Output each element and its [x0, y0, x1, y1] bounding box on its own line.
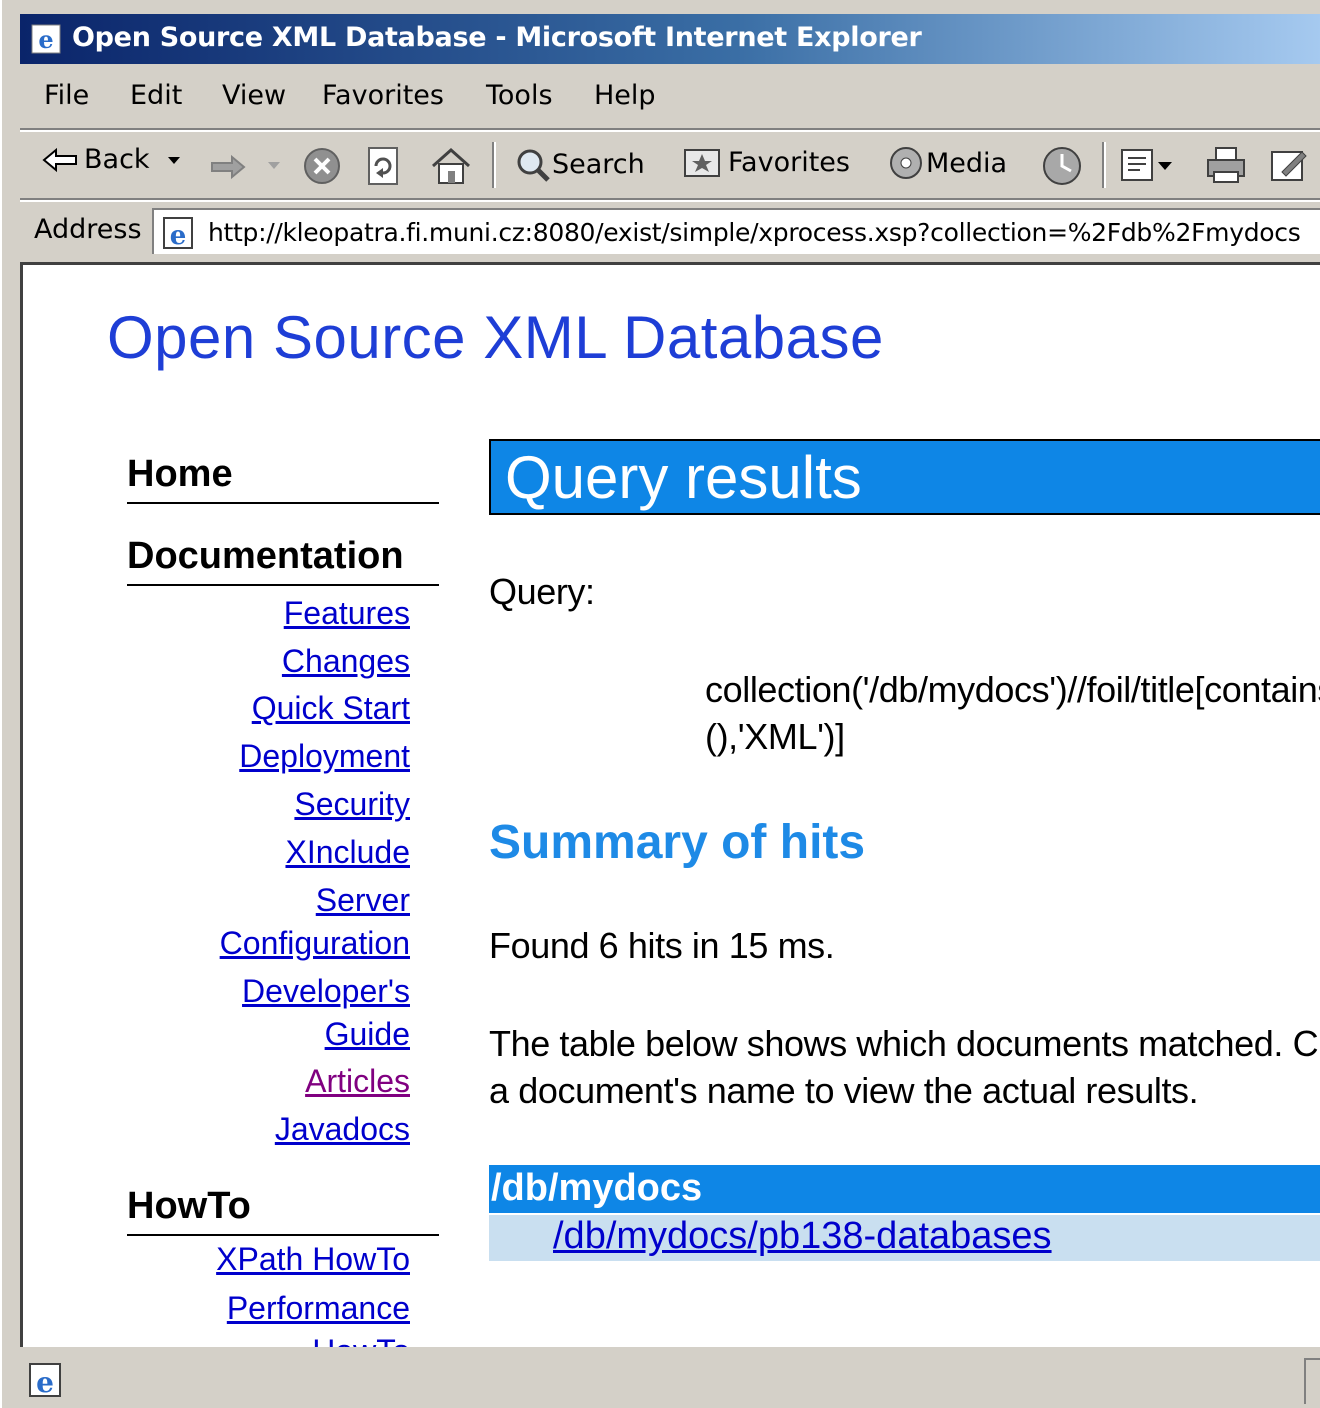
query-text-line1: collection('/db/mydocs')//foil/title[con…: [705, 669, 1320, 710]
nav-link-articles[interactable]: Articles: [305, 1063, 410, 1100]
status-pane: [1304, 1358, 1320, 1404]
query-results-title: Query results: [505, 444, 862, 511]
nav-link-howto[interactable]: HowTo: [312, 1333, 410, 1347]
search-label: Search: [552, 148, 645, 180]
nav-link-features[interactable]: Features: [284, 595, 410, 632]
home-icon[interactable]: [430, 146, 472, 186]
query-label: Query:: [489, 571, 595, 612]
nav-home[interactable]: Home: [127, 453, 439, 504]
menu-file[interactable]: File: [44, 80, 89, 111]
window-title: Open Source XML Database - Microsoft Int…: [72, 22, 922, 53]
nav-link-xpath-howto[interactable]: XPath HowTo: [216, 1241, 410, 1278]
status-page-icon: e: [29, 1363, 61, 1398]
nav-link-deployment[interactable]: Deployment: [239, 738, 410, 775]
chevron-down-icon: [167, 156, 180, 164]
nav-link-javadocs[interactable]: Javadocs: [275, 1111, 410, 1148]
svg-text:e: e: [36, 1366, 54, 1398]
search-icon: [517, 149, 550, 182]
toolbar-separator: [492, 142, 496, 188]
nav-documentation-heading: Documentation: [127, 535, 439, 586]
results-collection-row: /db/mydocs: [489, 1165, 1320, 1213]
address-input[interactable]: e http://kleopatra.fi.muni.cz:8080/exist…: [152, 208, 1320, 254]
nav-link-security[interactable]: Security: [294, 786, 410, 823]
summary-heading: Summary of hits: [489, 816, 866, 869]
page-viewport[interactable]: Open Source XML Database Home Documentat…: [20, 262, 1320, 1347]
menu-view[interactable]: View: [222, 80, 286, 111]
back-arrow-icon: [42, 147, 77, 172]
svg-text:e: e: [170, 221, 187, 250]
menu-help[interactable]: Help: [594, 80, 656, 111]
nav-link-server[interactable]: Server: [316, 882, 410, 919]
ie-logo-icon: e: [31, 24, 61, 54]
toolbar: Back Search Favorites Media: [20, 134, 1320, 196]
mail-icon[interactable]: [1118, 144, 1176, 186]
nav-link-xinclude[interactable]: XInclude: [285, 834, 410, 871]
query-text-line2: (),'XML')]: [705, 716, 845, 757]
address-bar: Address e http://kleopatra.fi.muni.cz:80…: [20, 204, 1320, 258]
menu-edit[interactable]: Edit: [130, 80, 182, 111]
query-results-header: Query results: [489, 439, 1320, 515]
svg-text:e: e: [38, 25, 53, 54]
refresh-icon[interactable]: [364, 146, 402, 186]
nav-link-changes[interactable]: Changes: [282, 643, 410, 680]
nav-link-quick-start[interactable]: Quick Start: [252, 690, 410, 727]
results-document-row: /db/mydocs/pb138-databases: [489, 1215, 1320, 1261]
nav-link-guide[interactable]: Guide: [325, 1016, 410, 1053]
edit-icon[interactable]: [1268, 144, 1312, 186]
site-title: Open Source XML Database: [107, 304, 884, 371]
menu-bar: File Edit View Favorites Tools Help: [20, 70, 1320, 126]
description-line2: a document's name to view the actual res…: [489, 1070, 1199, 1111]
forward-chevron-icon[interactable]: [264, 160, 284, 174]
nav-link-configuration[interactable]: Configuration: [220, 925, 410, 962]
favorites-icon: [684, 149, 720, 177]
print-icon[interactable]: [1204, 144, 1248, 186]
nav-link-performance[interactable]: Performance: [227, 1290, 410, 1327]
nav-howto-heading: HowTo: [127, 1185, 439, 1236]
media-label: Media: [926, 147, 1008, 179]
menu-tools[interactable]: Tools: [486, 80, 553, 111]
nav-link-developers[interactable]: Developer's: [242, 973, 410, 1010]
collection-name: /db/mydocs: [491, 1167, 703, 1209]
menu-separator: [20, 128, 1320, 132]
forward-arrow-icon[interactable]: [208, 154, 246, 180]
back-button[interactable]: Back: [42, 144, 184, 175]
favorites-button[interactable]: Favorites: [682, 144, 850, 180]
media-icon: [890, 147, 922, 179]
menu-favorites[interactable]: Favorites: [322, 80, 444, 111]
toolbar-separator-2: [1102, 142, 1106, 188]
address-label: Address: [34, 214, 142, 245]
document-link[interactable]: /db/mydocs/pb138-databases: [553, 1215, 1052, 1258]
status-bar: e: [20, 1352, 1320, 1408]
toolbar-bottom-separator: [20, 198, 1320, 202]
found-hits-text: Found 6 hits in 15 ms.: [489, 925, 835, 966]
browser-window: e Open Source XML Database - Microsoft I…: [0, 0, 1320, 1408]
favorites-label: Favorites: [728, 146, 850, 178]
description-line1: The table below shows which documents ma…: [489, 1023, 1320, 1064]
search-button[interactable]: Search: [512, 144, 645, 184]
media-button[interactable]: Media: [886, 144, 1007, 182]
title-bar[interactable]: e Open Source XML Database - Microsoft I…: [20, 14, 1320, 64]
back-label: Back: [84, 144, 150, 175]
address-url: http://kleopatra.fi.muni.cz:8080/exist/s…: [208, 218, 1301, 247]
history-icon[interactable]: [1040, 144, 1084, 188]
page-icon: e: [163, 217, 193, 250]
stop-icon[interactable]: [302, 146, 342, 186]
